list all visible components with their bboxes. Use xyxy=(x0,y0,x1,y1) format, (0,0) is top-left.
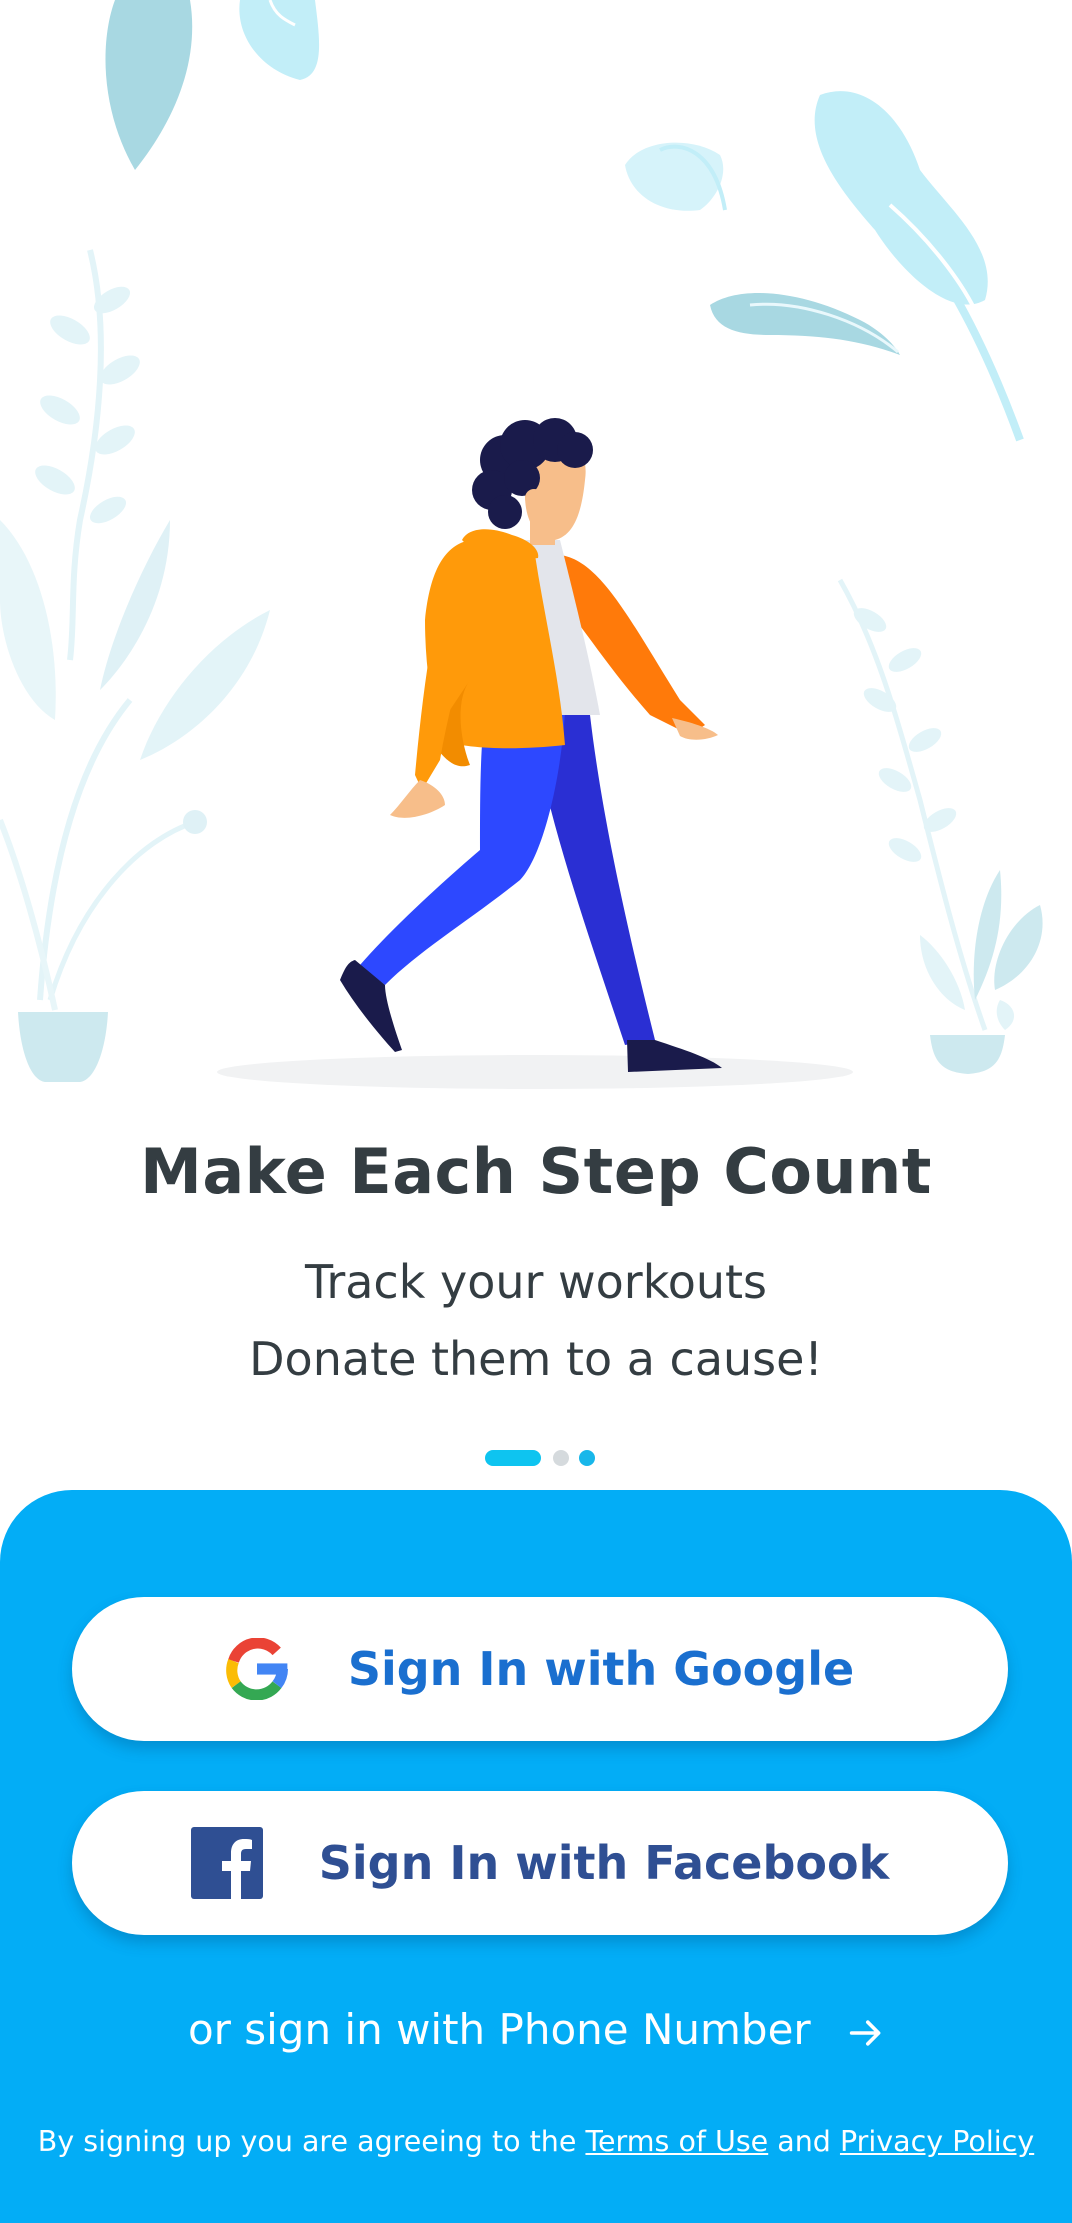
facebook-logo-icon xyxy=(190,1827,263,1899)
page-dot-active[interactable] xyxy=(485,1450,541,1466)
page-indicator xyxy=(0,1450,1072,1466)
terms-of-use-link[interactable]: Terms of Use xyxy=(585,2125,768,2158)
google-sign-in-label: Sign In with Google xyxy=(347,1642,855,1696)
arrow-right-icon xyxy=(849,2019,881,2046)
google-sign-in-button[interactable]: Sign In with Google xyxy=(72,1597,1008,1741)
phone-sign-in-label: or sign in with Phone Number xyxy=(187,2005,811,2054)
google-logo-icon xyxy=(226,1638,288,1700)
facebook-sign-in-button[interactable]: Sign In with Facebook xyxy=(72,1791,1008,1935)
terms-prefix: By signing up you are agreeing to the xyxy=(37,2125,577,2158)
onboarding-subtitle-line2: Donate them to a cause! xyxy=(249,1332,823,1386)
page-dot[interactable] xyxy=(579,1450,595,1466)
facebook-sign-in-label: Sign In with Facebook xyxy=(318,1836,890,1890)
walking-person-illustration xyxy=(0,0,1043,1089)
sign-in-panel: Sign In with Google Sign In with Faceboo… xyxy=(0,1490,1072,2223)
privacy-policy-link[interactable]: Privacy Policy xyxy=(840,2125,1034,2158)
page-dot[interactable] xyxy=(553,1450,569,1466)
terms-and: and xyxy=(777,2125,831,2158)
terms-notice: By signing up you are agreeing to the Te… xyxy=(0,2125,1072,2158)
phone-sign-in-link[interactable]: or sign in with Phone Number xyxy=(0,2005,1072,2054)
onboarding-title: Make Each Step Count xyxy=(140,1135,932,1208)
onboarding-subtitle-line1: Track your workouts xyxy=(304,1255,768,1309)
